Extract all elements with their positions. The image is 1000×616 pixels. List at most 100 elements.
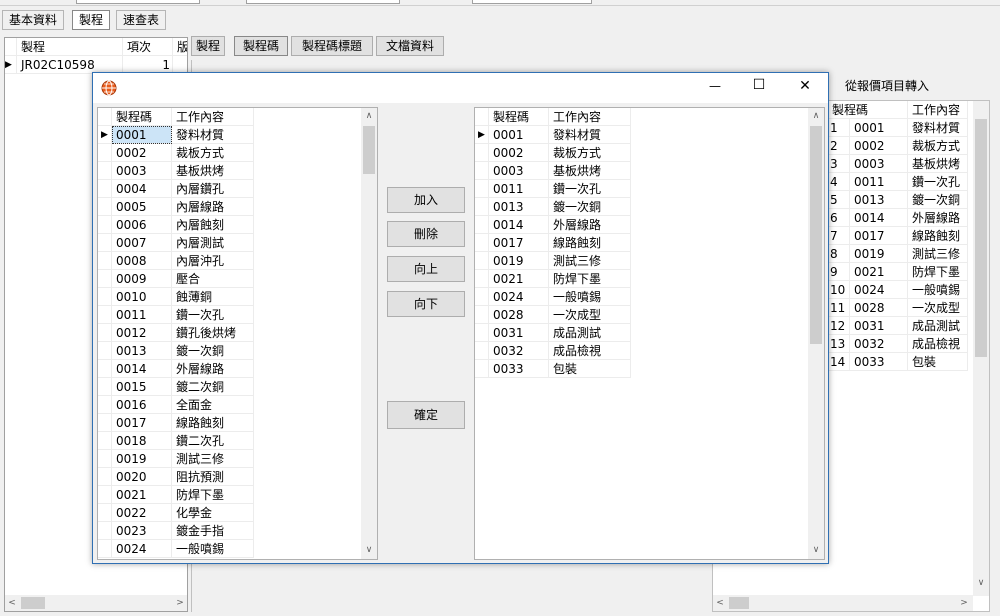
col-header-item[interactable]: 項次 — [123, 38, 173, 56]
process-code-cell[interactable]: 0013 — [850, 191, 908, 209]
process-code-cell[interactable]: 0011 — [850, 173, 908, 191]
process-code-cell[interactable]: 0006 — [112, 216, 172, 234]
process-content-cell[interactable]: 發料材質 — [172, 126, 254, 144]
process-code-cell[interactable]: 0003 — [112, 162, 172, 180]
quote-vscrollbar[interactable]: ∨ — [973, 101, 989, 596]
process-content-cell[interactable]: 內層測試 — [172, 234, 254, 252]
tab-basic-info[interactable]: 基本資料 — [2, 10, 65, 30]
tab-process[interactable]: 製程 — [72, 10, 111, 30]
process-code-cell[interactable]: 0033 — [850, 353, 908, 371]
process-content-cell[interactable]: 防焊下墨 — [172, 486, 254, 504]
process-code-cell[interactable]: 0017 — [489, 234, 549, 252]
process-code-cell[interactable]: 0012 — [112, 324, 172, 342]
process-code-cell[interactable]: 0003 — [489, 162, 549, 180]
process-content-cell[interactable]: 線路蝕刻 — [549, 234, 631, 252]
process-code-cell[interactable]: 0019 — [112, 450, 172, 468]
process-code-cell[interactable]: 0007 — [112, 234, 172, 252]
quote-col-header-content[interactable]: 工作內容 — [908, 101, 968, 119]
process-code-cell[interactable]: 0011 — [489, 180, 549, 198]
top-input-3[interactable] — [472, 0, 592, 4]
col-header-process[interactable]: 製程 — [17, 38, 123, 56]
target-col-header-content[interactable]: 工作內容 — [549, 108, 631, 126]
process-code-cell[interactable]: 0031 — [489, 324, 549, 342]
scroll-down-icon[interactable]: ∨ — [809, 544, 823, 556]
subtab-process-code[interactable]: 製程碼 — [234, 36, 288, 56]
confirm-button[interactable]: 確定 — [387, 401, 465, 429]
maximize-icon[interactable]: ☐ — [749, 77, 769, 93]
scroll-down-icon[interactable]: ∨ — [974, 577, 988, 589]
process-content-cell[interactable]: 裁板方式 — [908, 137, 968, 155]
top-input-2[interactable] — [246, 0, 400, 4]
source-vscroll-thumb[interactable] — [363, 126, 375, 174]
remove-button[interactable]: 刪除 — [387, 221, 465, 247]
process-content-cell[interactable]: 化學金 — [172, 504, 254, 522]
process-code-cell[interactable]: 0021 — [850, 263, 908, 281]
process-content-cell[interactable]: 蝕薄銅 — [172, 288, 254, 306]
col-header-version[interactable]: 版 — [173, 38, 187, 56]
close-icon[interactable]: ✕ — [795, 78, 815, 94]
process-content-cell[interactable]: 一般噴錫 — [172, 540, 254, 558]
process-code-cell[interactable]: 0004 — [112, 180, 172, 198]
process-code-cell[interactable]: 0016 — [112, 396, 172, 414]
process-content-cell[interactable]: 內層線路 — [172, 198, 254, 216]
dialog-titlebar[interactable]: — ☐ ✕ — [93, 73, 828, 103]
process-code-cell[interactable]: 0014 — [489, 216, 549, 234]
process-content-cell[interactable]: 鑽一次孔 — [549, 180, 631, 198]
scroll-up-icon[interactable]: ∧ — [362, 110, 376, 122]
process-content-cell[interactable]: 外層線路 — [549, 216, 631, 234]
process-code-cell[interactable]: 0005 — [112, 198, 172, 216]
process-content-cell[interactable]: 成品測試 — [908, 317, 968, 335]
process-content-cell[interactable]: 壓合 — [172, 270, 254, 288]
process-content-cell[interactable]: 一次成型 — [549, 306, 631, 324]
process-content-cell[interactable]: 一次成型 — [908, 299, 968, 317]
scroll-up-icon[interactable]: ∧ — [809, 110, 823, 122]
process-code-cell[interactable]: 0017 — [112, 414, 172, 432]
quote-hscrollbar[interactable]: < > — [713, 595, 973, 611]
scroll-down-icon[interactable]: ∨ — [362, 544, 376, 556]
process-code-cell[interactable]: 0013 — [489, 198, 549, 216]
target-vscrollbar[interactable]: ∧ ∨ — [808, 108, 824, 559]
quote-vscroll-thumb[interactable] — [975, 119, 987, 357]
process-code-cell[interactable]: 0032 — [489, 342, 549, 360]
process-code-cell[interactable]: 0015 — [112, 378, 172, 396]
process-content-cell[interactable]: 基板烘烤 — [908, 155, 968, 173]
process-code-cell[interactable]: 0001 — [850, 119, 908, 137]
process-content-cell[interactable]: 防焊下墨 — [549, 270, 631, 288]
process-content-cell[interactable]: 鍍一次銅 — [549, 198, 631, 216]
process-content-cell[interactable]: 鑽二次孔 — [172, 432, 254, 450]
quote-hscroll-thumb[interactable] — [729, 597, 749, 609]
process-code-cell[interactable]: 0002 — [489, 144, 549, 162]
process-code-cell[interactable]: 0001 — [112, 126, 172, 144]
minimize-icon[interactable]: — — [705, 79, 725, 93]
scroll-right-icon[interactable]: > — [957, 597, 971, 609]
add-button[interactable]: 加入 — [387, 187, 465, 213]
process-content-cell[interactable]: 裁板方式 — [172, 144, 254, 162]
process-content-cell[interactable]: 測試三修 — [549, 252, 631, 270]
process-code-cell[interactable]: 0011 — [112, 306, 172, 324]
process-code-cell[interactable]: 0031 — [850, 317, 908, 335]
move-down-button[interactable]: 向下 — [387, 291, 465, 317]
process-code-cell[interactable]: 0024 — [112, 540, 172, 558]
process-content-cell[interactable]: 內層鑽孔 — [172, 180, 254, 198]
process-code-cell[interactable]: 0017 — [850, 227, 908, 245]
left-hscrollbar[interactable]: < > — [5, 595, 187, 611]
process-content-cell[interactable]: 外層線路 — [908, 209, 968, 227]
process-content-cell[interactable]: 鍍金手指 — [172, 522, 254, 540]
process-content-cell[interactable]: 線路蝕刻 — [172, 414, 254, 432]
process-content-cell[interactable]: 外層線路 — [172, 360, 254, 378]
quote-col-header-code[interactable]: 製程碼 — [828, 101, 908, 119]
process-content-cell[interactable]: 測試三修 — [172, 450, 254, 468]
process-code-cell[interactable]: 0021 — [112, 486, 172, 504]
process-code-cell[interactable]: 0033 — [489, 360, 549, 378]
move-up-button[interactable]: 向上 — [387, 256, 465, 282]
scroll-left-icon[interactable]: < — [713, 597, 727, 609]
process-content-cell[interactable]: 鑽一次孔 — [172, 306, 254, 324]
process-code-cell[interactable]: 0008 — [112, 252, 172, 270]
process-content-cell[interactable]: 防焊下墨 — [908, 263, 968, 281]
process-content-cell[interactable]: 發料材質 — [549, 126, 631, 144]
process-code-cell[interactable]: 0010 — [112, 288, 172, 306]
process-code-cell[interactable]: 0002 — [112, 144, 172, 162]
process-code-cell[interactable]: 0003 — [850, 155, 908, 173]
process-code-cell[interactable]: 0019 — [850, 245, 908, 263]
process-content-cell[interactable]: 線路蝕刻 — [908, 227, 968, 245]
